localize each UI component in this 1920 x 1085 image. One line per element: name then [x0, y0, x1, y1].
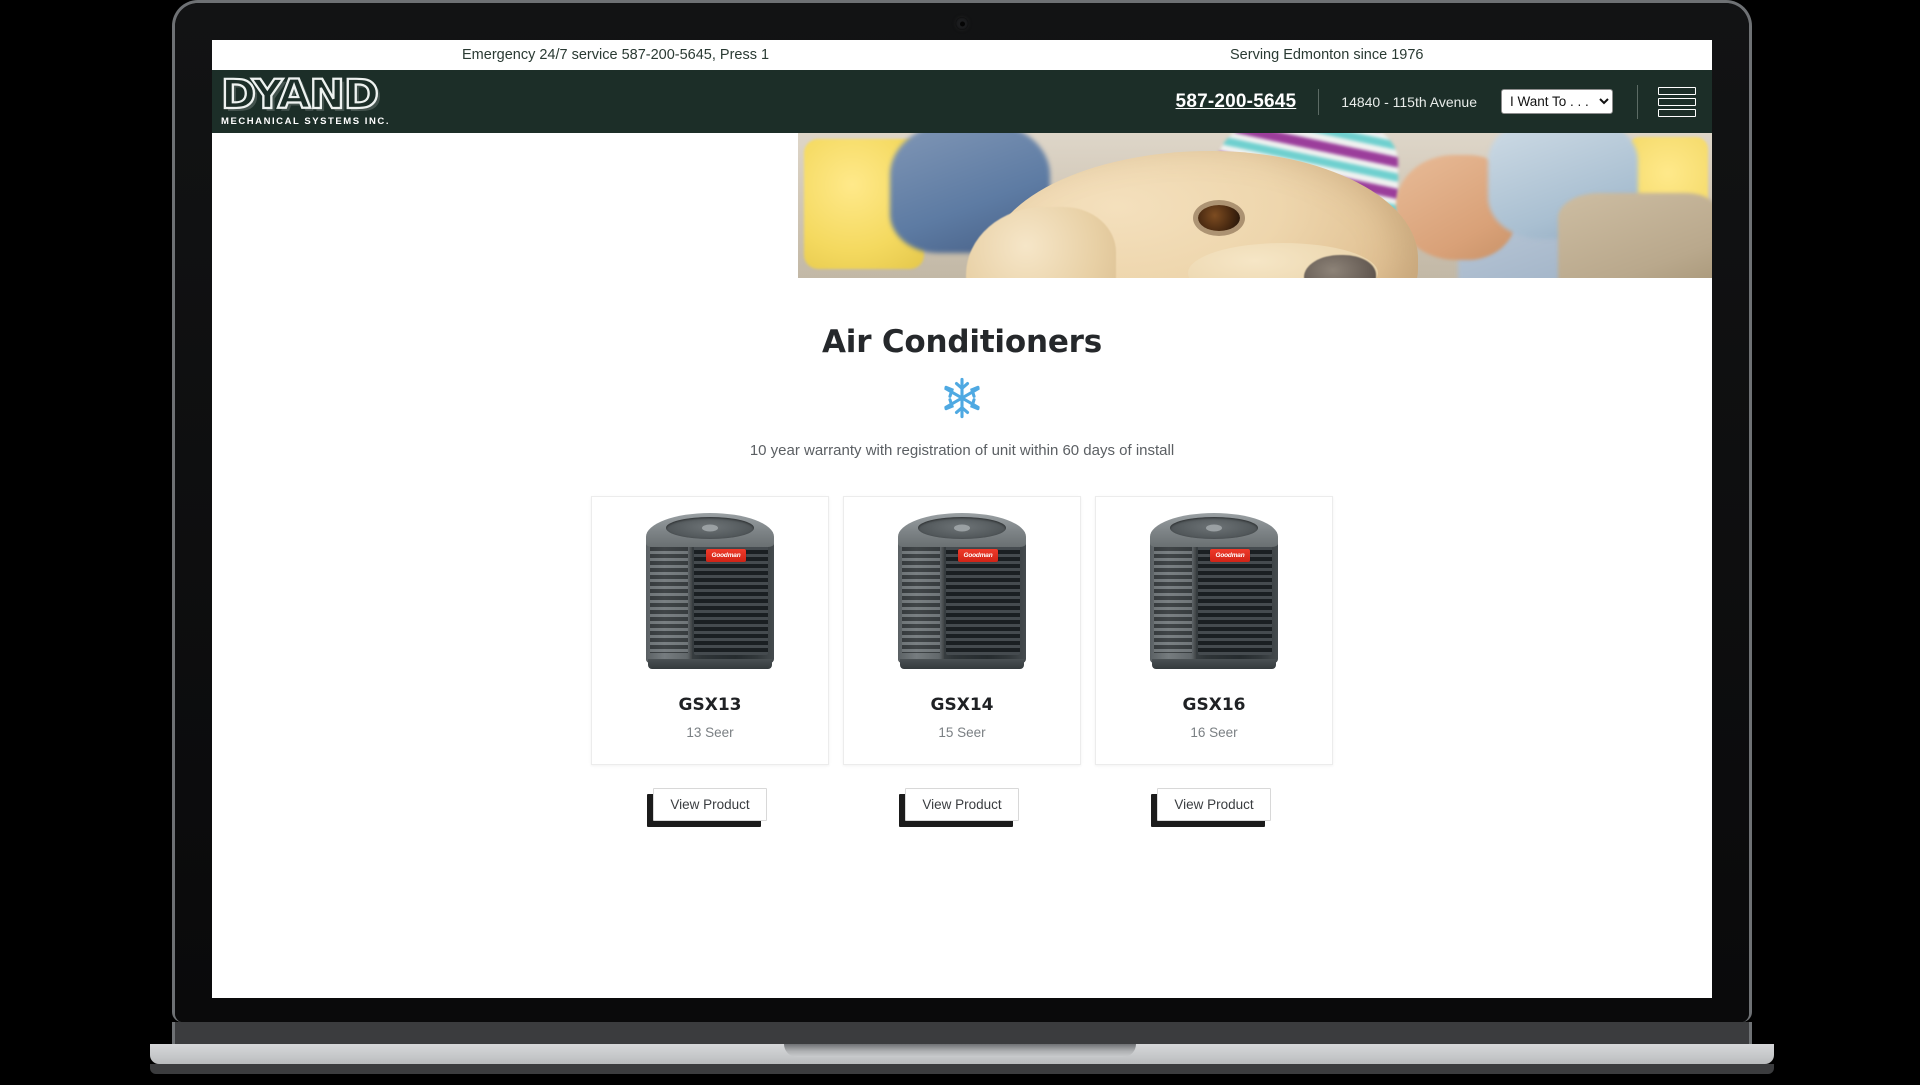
- header-divider-2: [1637, 84, 1638, 119]
- product-card[interactable]: Goodman GSX14 15 Seer: [843, 496, 1081, 765]
- product-name: GSX16: [1182, 695, 1246, 715]
- button-slot: View Product: [591, 788, 829, 821]
- page-title: Air Conditioners: [821, 324, 1102, 360]
- site-header: DYAND MECHANICAL SYSTEMS INC. 587-200-56…: [212, 70, 1712, 133]
- air-conditioner-image: Goodman: [892, 513, 1032, 673]
- hero-dog-photo: [798, 133, 1712, 278]
- product-name: GSX14: [930, 695, 994, 715]
- view-product-button[interactable]: View Product: [653, 788, 767, 821]
- snowflake-icon: [944, 377, 980, 419]
- goodman-brand-badge: Goodman: [706, 549, 746, 562]
- header-divider-1: [1318, 88, 1320, 115]
- ac-fan: [918, 517, 1006, 539]
- browser-viewport: Emergency 24/7 service 587-200-5645, Pre…: [212, 40, 1712, 998]
- product-seer: 16 Seer: [1190, 725, 1238, 740]
- ac-base: [1152, 659, 1276, 669]
- hero-strip: [212, 133, 1712, 278]
- goodman-brand-badge: Goodman: [958, 549, 998, 562]
- ac-base: [900, 659, 1024, 669]
- hamburger-bar-3: [1658, 108, 1696, 117]
- view-product-button[interactable]: View Product: [905, 788, 1019, 821]
- hamburger-bar-1: [1658, 86, 1696, 95]
- product-seer: 15 Seer: [938, 725, 986, 740]
- air-conditioners-section: Air Conditioners 10 year warranty with r…: [212, 278, 1712, 998]
- product-seer: 13 Seer: [686, 725, 734, 740]
- header-address: 14840 - 115th Avenue: [1341, 93, 1477, 110]
- view-product-button[interactable]: View Product: [1157, 788, 1271, 821]
- laptop-base: [172, 1022, 1752, 1044]
- serving-since-text: Serving Edmonton since 1976: [1230, 46, 1424, 63]
- product-card[interactable]: Goodman GSX13 13 Seer: [591, 496, 829, 765]
- header-phone-link[interactable]: 587-200-5645: [1176, 91, 1297, 113]
- site-logo[interactable]: DYAND MECHANICAL SYSTEMS INC.: [220, 74, 403, 128]
- product-name: GSX13: [678, 695, 742, 715]
- laptop-shadow-bar: [150, 1064, 1774, 1074]
- photo-dog-eye: [1198, 205, 1240, 231]
- ac-base: [648, 659, 772, 669]
- screenshot-stage: Emergency 24/7 service 587-200-5645, Pre…: [0, 0, 1920, 1085]
- view-product-buttons-row: View Product View Product View Product: [212, 788, 1712, 821]
- header-right-group: 587-200-5645 14840 - 115th Avenue I Want…: [1176, 70, 1696, 133]
- announcement-bar: Emergency 24/7 service 587-200-5645, Pre…: [212, 40, 1712, 70]
- emergency-service-text: Emergency 24/7 service 587-200-5645, Pre…: [462, 46, 770, 63]
- ac-side-panel: [898, 541, 944, 663]
- product-cards-row: Goodman GSX13 13 Seer Goodman GSX14 15 S…: [212, 496, 1712, 765]
- ac-fan: [1170, 517, 1258, 539]
- photo-person-khaki-pants: [1558, 193, 1712, 278]
- air-conditioner-image: Goodman: [1144, 513, 1284, 673]
- button-slot: View Product: [1095, 788, 1333, 821]
- warranty-subtitle: 10 year warranty with registration of un…: [749, 442, 1175, 459]
- ac-side-panel: [646, 541, 692, 663]
- air-conditioner-image: Goodman: [640, 513, 780, 673]
- hamburger-menu-icon[interactable]: [1658, 86, 1696, 117]
- laptop-notch: [784, 1044, 1136, 1057]
- logo-wordmark: DYAND: [220, 72, 380, 118]
- goodman-brand-badge: Goodman: [1210, 549, 1250, 562]
- webcam-icon: [955, 17, 969, 30]
- hamburger-bar-2: [1658, 97, 1696, 106]
- product-card[interactable]: Goodman GSX16 16 Seer: [1095, 496, 1333, 765]
- ac-fan: [666, 517, 754, 539]
- button-slot: View Product: [843, 788, 1081, 821]
- ac-side-panel: [1150, 541, 1196, 663]
- i-want-to-select[interactable]: I Want To . . .: [1501, 89, 1613, 114]
